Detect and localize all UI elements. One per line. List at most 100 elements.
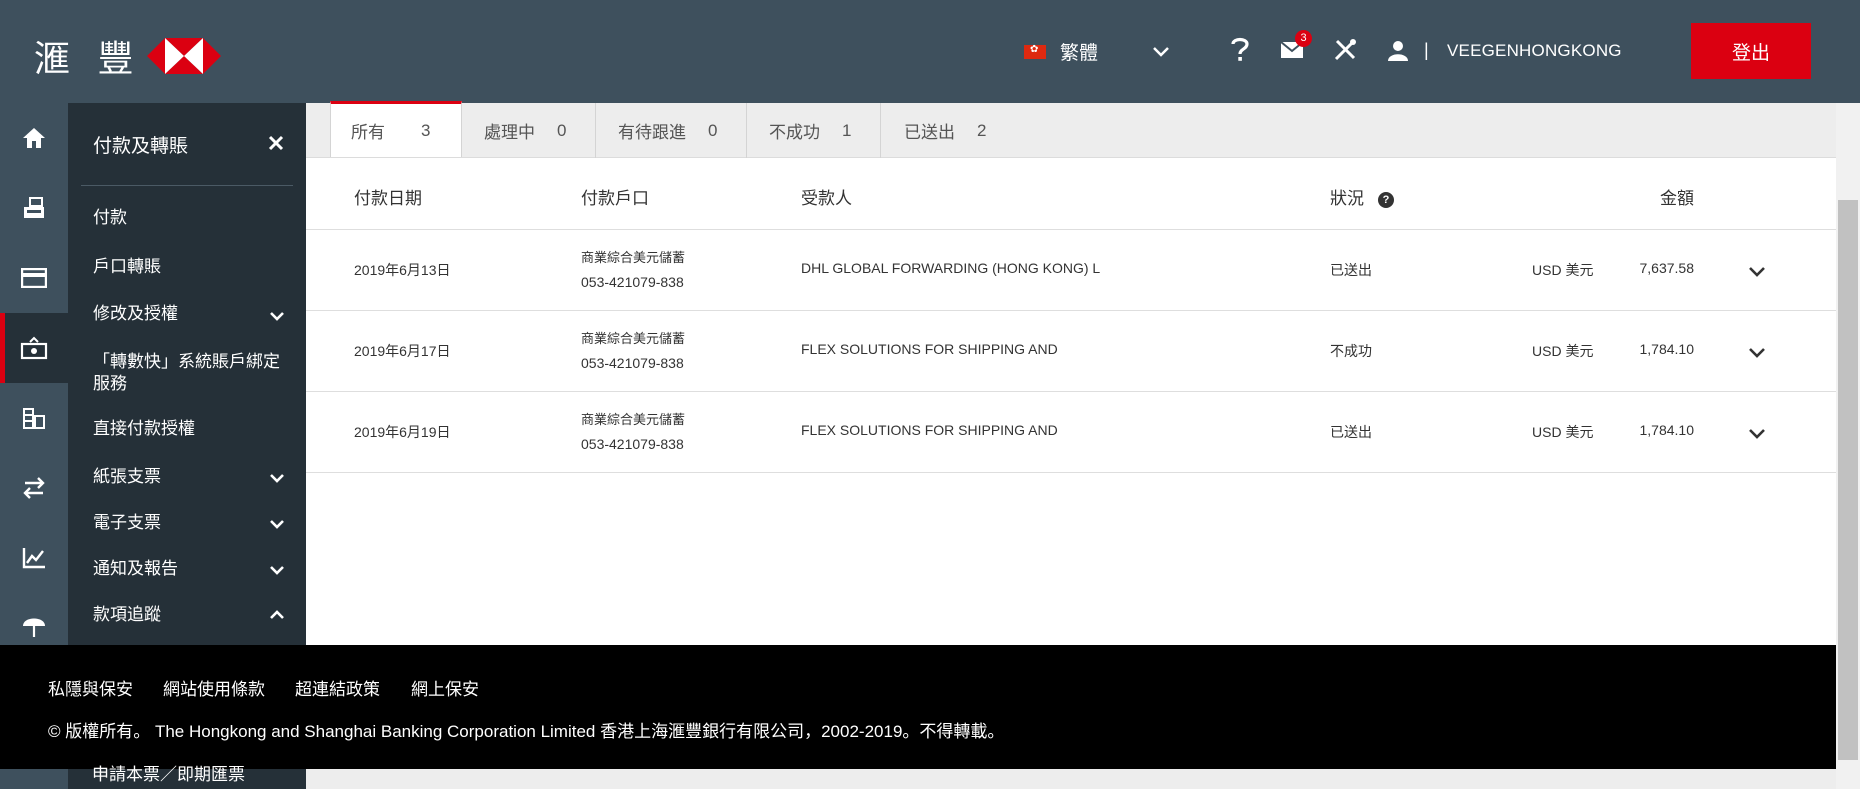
tab-label: 所有 — [351, 123, 385, 142]
account-name: 商業綜合美元儲蓄 — [581, 250, 686, 265]
chevron-down-icon[interactable] — [268, 515, 286, 533]
footer-link-privacy[interactable]: 私隱與保安 — [48, 675, 133, 700]
tab-count: 0 — [708, 120, 718, 140]
deposit-icon — [24, 197, 44, 218]
submenu-item-e-cheque[interactable]: 電子支票 — [93, 512, 283, 534]
rail-investment[interactable] — [0, 383, 68, 453]
help-icon[interactable]: ? — [1378, 192, 1394, 208]
payee-name: FLEX SOLUTIONS FOR SHIPPING AND — [801, 422, 1058, 438]
amount: 1,784.10 — [1639, 422, 1695, 438]
tab-count: 2 — [977, 120, 987, 140]
tab-processing[interactable]: 處理中 0 — [462, 103, 596, 158]
submenu-item-paper-cheque[interactable]: 紙張支票 — [93, 466, 283, 488]
payee-name: FLEX SOLUTIONS FOR SHIPPING AND — [801, 341, 1058, 357]
amount: 1,784.10 — [1639, 341, 1695, 357]
close-icon[interactable] — [268, 131, 284, 157]
submenu-divider — [81, 185, 293, 186]
tab-count: 0 — [557, 120, 567, 140]
username-label: VEEGENHONGKONG — [1447, 41, 1622, 60]
tab-label: 不成功 — [769, 123, 820, 142]
account-number: 053-421079-838 — [581, 436, 684, 452]
chevron-down-icon[interactable] — [268, 561, 286, 579]
submenu-item-modify-authorize[interactable]: 修改及授權 — [93, 303, 283, 325]
tab-pending-follow-up[interactable]: 有待跟進 0 — [596, 103, 747, 158]
header-separator: | — [1424, 40, 1429, 60]
mail-icon[interactable]: 3 — [1278, 30, 1312, 64]
rail-insurance[interactable] — [0, 593, 68, 643]
chevron-down-icon[interactable] — [268, 307, 286, 325]
header-status: 狀況? — [1330, 184, 1394, 209]
tab-count: 3 — [421, 120, 431, 140]
hk-flag-icon — [1024, 44, 1046, 59]
submenu-item-notices-reports[interactable]: 通知及報告 — [93, 558, 283, 580]
chevron-down-icon[interactable] — [1746, 260, 1768, 282]
rail-card[interactable] — [0, 243, 68, 313]
footer-link-terms[interactable]: 網站使用條款 — [163, 675, 265, 700]
card-icon — [21, 268, 47, 288]
header-payee[interactable]: 受款人 — [801, 184, 852, 209]
submenu-item-direct-debit[interactable]: 直接付款授權 — [93, 418, 283, 440]
coins-icon — [23, 408, 45, 429]
account-name: 商業綜合美元儲蓄 — [581, 412, 686, 427]
submenu-item-payment-tracking[interactable]: 款項追蹤 — [93, 604, 283, 626]
transfer-icon — [23, 477, 45, 499]
account-number: 053-421079-838 — [581, 355, 684, 371]
user-icon[interactable] — [1384, 36, 1412, 64]
table-row[interactable]: 2019年6月13日 商業綜合美元儲蓄 053-421079-838 DHL G… — [306, 230, 1836, 311]
home-icon — [23, 128, 45, 148]
account-number: 053-421079-838 — [581, 274, 684, 290]
footer-link-online-security[interactable]: 網上保安 — [411, 675, 479, 700]
tools-icon[interactable] — [1331, 36, 1359, 64]
submenu-title: 付款及轉賬 — [93, 136, 189, 157]
logo-text: 滙 豐 — [34, 39, 142, 80]
payment-date: 2019年6月17日 — [354, 343, 451, 359]
chevron-up-icon[interactable] — [268, 606, 286, 624]
header-amount[interactable]: 金額 — [1634, 184, 1694, 209]
tab-label: 有待跟進 — [618, 123, 686, 142]
rail-transfer[interactable] — [0, 453, 68, 523]
chevron-down-icon[interactable] — [1746, 341, 1768, 363]
chevron-down-icon[interactable] — [268, 469, 286, 487]
submenu-item-payment[interactable]: 付款 — [93, 207, 283, 229]
submenu-item-peek[interactable]: 申請本票／即期匯票 — [92, 760, 245, 785]
tab-unsuccessful[interactable]: 不成功 1 — [747, 103, 881, 158]
rail-payment[interactable] — [0, 313, 68, 383]
footer-link-hyperlink-policy[interactable]: 超連結政策 — [295, 675, 380, 700]
top-header: 滙 豐 繁體 3 | VEEGENHONGKONG 登出 — [0, 0, 1860, 103]
help-icon[interactable] — [1226, 36, 1254, 64]
rail-home[interactable] — [0, 103, 68, 173]
rail-chart[interactable] — [0, 523, 68, 593]
tab-sent[interactable]: 已送出 2 — [881, 103, 1007, 158]
submenu-item-fps-binding[interactable]: 「轉數快」系統賬戶綁定服務 — [93, 351, 283, 395]
content-bottom-area — [306, 769, 1836, 789]
payee-name: DHL GLOBAL FORWARDING (HONG KONG) L — [801, 260, 1101, 276]
table-row[interactable]: 2019年6月17日 商業綜合美元儲蓄 053-421079-838 FLEX … — [306, 311, 1836, 392]
header-payment-account[interactable]: 付款戶口 — [581, 184, 649, 209]
table-row[interactable]: 2019年6月19日 商業綜合美元儲蓄 053-421079-838 FLEX … — [306, 392, 1836, 473]
notification-badge: 3 — [1295, 30, 1312, 47]
table-header: 付款日期 付款戶口 受款人 狀況? 金額 — [306, 158, 1836, 230]
currency: USD 美元 — [1532, 424, 1594, 440]
header-payment-date[interactable]: 付款日期 — [354, 184, 422, 209]
status-tabs: 所有 3 處理中 0 有待跟進 0 不成功 1 已送出 2 — [306, 101, 1836, 158]
logout-button[interactable]: 登出 — [1691, 23, 1811, 79]
chevron-down-icon[interactable] — [1746, 422, 1768, 444]
hsbc-logo[interactable]: 滙 豐 — [34, 30, 222, 82]
submenu-item-account-transfer[interactable]: 戶口轉賬 — [93, 256, 283, 278]
scrollbar-thumb[interactable] — [1838, 200, 1858, 760]
status-text: 不成功 — [1330, 343, 1372, 359]
copyright-text: © 版權所有。 The Hongkong and Shanghai Bankin… — [48, 722, 1005, 741]
umbrella-icon — [23, 618, 45, 637]
amount: 7,637.58 — [1639, 260, 1695, 276]
language-selector[interactable]: 繁體 — [1024, 38, 1170, 65]
payment-date: 2019年6月13日 — [354, 262, 451, 278]
status-text: 已送出 — [1330, 262, 1372, 278]
account-name: 商業綜合美元儲蓄 — [581, 331, 686, 346]
payment-date: 2019年6月19日 — [354, 424, 451, 440]
tab-all[interactable]: 所有 3 — [330, 101, 462, 157]
rail-deposit[interactable] — [0, 173, 68, 243]
tab-label: 處理中 — [484, 123, 535, 142]
tab-count: 1 — [842, 120, 852, 140]
chevron-down-icon — [1153, 46, 1169, 57]
tab-label: 已送出 — [904, 123, 955, 142]
